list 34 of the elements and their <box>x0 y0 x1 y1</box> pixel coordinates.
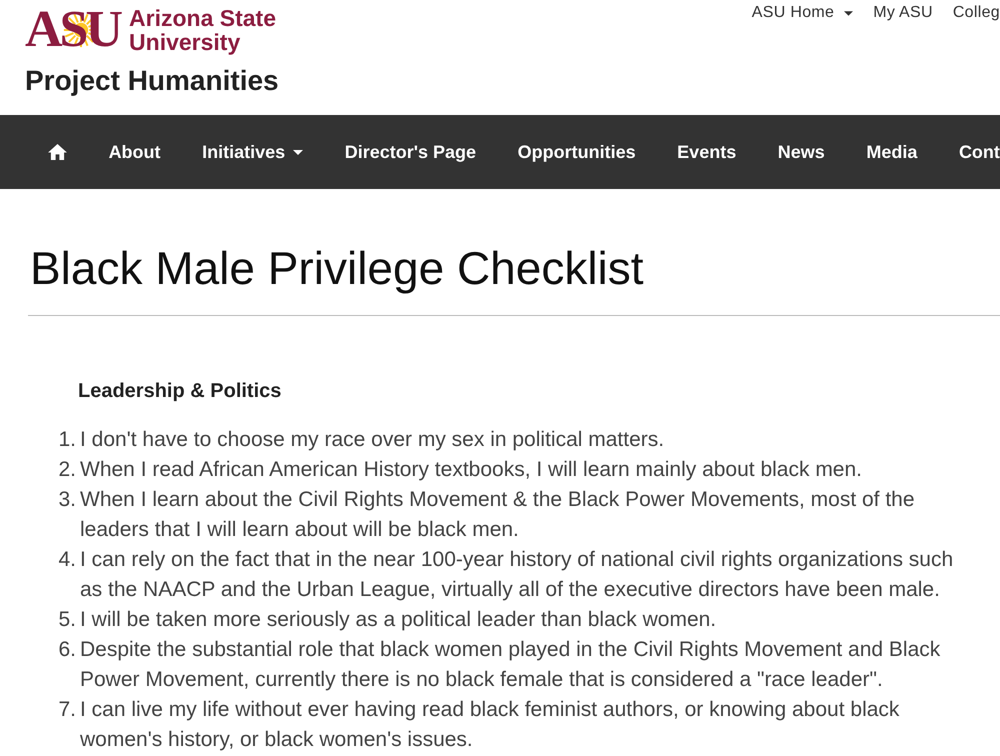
caret-icon <box>293 150 304 154</box>
nav-link[interactable]: About <box>108 138 161 166</box>
list-number: 4. <box>57 547 77 573</box>
list-number: 5. <box>57 607 77 633</box>
nav-link[interactable]: Director's Page <box>344 138 476 166</box>
list-number: 2. <box>57 457 77 483</box>
list-item: I can live my life without ever having read black feminist authors, or knowing about black women's history, or black women's issues. <box>80 697 900 753</box>
nav-link[interactable]: Opportunities <box>518 138 636 166</box>
nav-link[interactable]: News <box>778 138 825 166</box>
top-link[interactable]: Colleg <box>952 3 1000 23</box>
nav-link[interactable]: Initiatives <box>202 138 304 166</box>
list-number: 3. <box>57 487 77 513</box>
list-number: 1. <box>57 427 77 453</box>
logo-name: Arizona State <box>129 6 276 30</box>
home-icon <box>48 144 67 160</box>
top-link[interactable]: My ASU <box>873 3 933 23</box>
home-link[interactable] <box>48 144 67 160</box>
asu-home-link[interactable]: ASU Home <box>752 3 854 23</box>
list-item: Despite the substantial role that black women played in the Civil Rights Movement and Black Power Movement, currently there is no black female that is considered a "race leader". <box>80 637 942 693</box>
list-item: I don't have to choose my race over my sex in political matters. <box>80 427 666 453</box>
nav-link[interactable]: Events <box>677 138 736 166</box>
site-title: Project Humanities <box>25 65 279 97</box>
list-number: 6. <box>57 637 77 663</box>
list-number: 7. <box>57 697 77 723</box>
caret-icon <box>844 10 854 16</box>
list-item: I will be taken more seriously as a political leader than black women. <box>80 607 718 633</box>
page-title: Black Male Privilege Checklist <box>30 241 644 295</box>
section-heading: Leadership & Politics <box>78 379 282 404</box>
nav-link[interactable]: Media <box>866 138 918 166</box>
logo-name: University <box>129 30 242 54</box>
list-item: I can rely on the fact that in the near 100-year history of national civil rights organizations such as the NAACP and the Urban League, virtually all of the executive directors have been male. <box>80 547 954 603</box>
list-item: When I learn about the Civil Rights Movement & the Black Power Movements, most of the leaders that I will learn about will be black men. <box>80 487 916 543</box>
list-item: When I read African American History textbooks, I will learn mainly about black men. <box>80 457 864 483</box>
nav-link[interactable]: Cont <box>958 138 1000 166</box>
